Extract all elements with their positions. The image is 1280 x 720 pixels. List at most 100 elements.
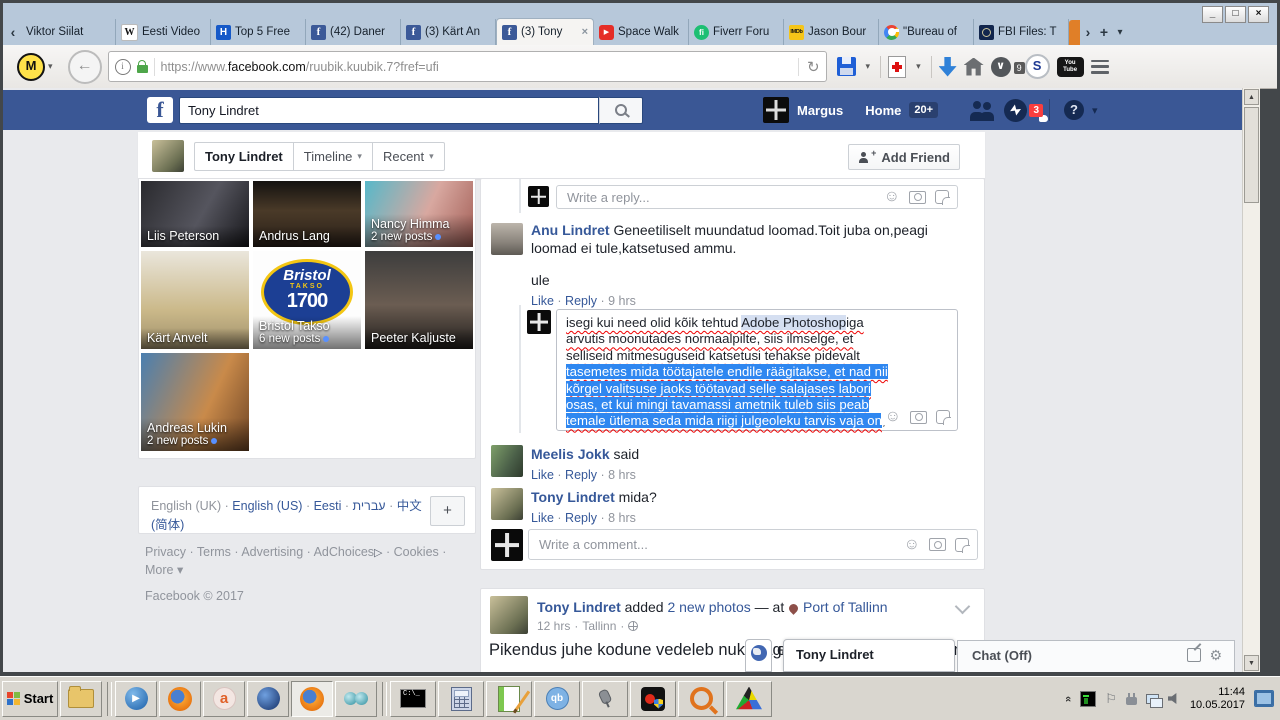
reply-link[interactable]: Reply — [565, 468, 597, 482]
file-manager-button[interactable] — [60, 680, 102, 717]
like-link[interactable]: Like — [531, 468, 554, 482]
friend-tile[interactable]: Nancy Himma 2 new posts — [365, 181, 473, 247]
tray-console-icon[interactable] — [1080, 690, 1097, 707]
avatar[interactable] — [528, 186, 549, 207]
reply-link[interactable]: Reply — [565, 511, 597, 525]
microphone-app-button[interactable] — [582, 680, 628, 717]
command-prompt-button[interactable]: C:\_ — [390, 680, 436, 717]
tab-facebook-daner[interactable]: f (42) Daner — [306, 19, 401, 45]
language-link[interactable]: עברית — [353, 499, 386, 513]
hamburger-menu-icon[interactable] — [1090, 59, 1109, 74]
sticker-icon[interactable] — [936, 410, 951, 425]
tray-speaker-icon[interactable] — [1167, 692, 1177, 705]
tray-flag-icon[interactable]: ⚐ — [1105, 692, 1117, 705]
friend-requests-icon[interactable] — [970, 99, 996, 121]
chat-globe-button[interactable] — [745, 639, 772, 672]
avatar[interactable] — [491, 529, 523, 561]
advertising-link[interactable]: Advertising — [241, 545, 303, 559]
save-dropdown-icon[interactable]: ▾ — [866, 61, 871, 72]
comment-author-link[interactable]: Anu Lindret — [531, 222, 610, 238]
messenger-icon[interactable] — [1004, 98, 1028, 122]
magnifier-app-button[interactable] — [678, 680, 724, 717]
tab-partial[interactable] — [1069, 20, 1080, 45]
emoji-icon[interactable]: ☺ — [884, 189, 900, 205]
tab-facebook-kart[interactable]: f (3) Kärt An — [401, 19, 496, 45]
url-bar[interactable]: i https://www.facebook.com/ruubik.kuubik… — [107, 51, 827, 82]
tray-clock[interactable]: 11:44 10.05.2017 — [1190, 686, 1245, 712]
comment-author-link[interactable]: Meelis Jokk — [531, 446, 610, 462]
help-icon[interactable]: ? — [1064, 100, 1085, 120]
reply-input[interactable]: ☺ — [556, 185, 958, 209]
emoji-icon[interactable]: ☺ — [904, 536, 920, 553]
medic-dropdown-icon[interactable]: ▾ — [916, 61, 921, 72]
tab-scroll-left-icon[interactable]: ‹ — [5, 20, 21, 45]
tray-expand-icon[interactable]: « — [1062, 695, 1074, 701]
privacy-link[interactable]: Privacy — [145, 545, 186, 559]
avatar[interactable] — [491, 488, 523, 520]
reply-text-field[interactable] — [565, 188, 884, 206]
cookies-link[interactable]: Cookies — [394, 545, 439, 559]
post-time[interactable]: 12 hrs — [537, 619, 570, 633]
extension-m-icon[interactable]: M — [17, 52, 45, 81]
adchoices-link[interactable]: AdChoices — [314, 545, 374, 559]
sticker-icon[interactable] — [935, 190, 950, 205]
facebook-logo[interactable]: f — [147, 97, 173, 123]
sticker-icon[interactable] — [955, 537, 970, 553]
avatar[interactable] — [491, 223, 523, 255]
page-info-icon[interactable]: i — [114, 58, 131, 75]
profile-link[interactable]: Margus — [797, 103, 843, 118]
tray-power-plug-icon[interactable] — [1125, 692, 1137, 705]
extension-dropdown-icon[interactable]: ▾ — [48, 61, 53, 72]
camera-icon[interactable] — [910, 410, 927, 424]
reload-icon[interactable]: ↻ — [797, 57, 820, 76]
like-link[interactable]: Like — [531, 294, 554, 308]
recent-dropdown[interactable]: Recent ▾ — [371, 143, 444, 170]
qbittorrent-button[interactable]: qb — [534, 680, 580, 717]
tab-fbi-files[interactable]: FBI Files: T — [974, 19, 1069, 45]
tab-top5free[interactable]: H Top 5 Free — [211, 19, 306, 45]
tab-google-bureau[interactable]: "Bureau of — [879, 19, 974, 45]
s-extension-icon[interactable]: S — [1024, 54, 1050, 79]
close-button[interactable]: × — [1248, 6, 1269, 23]
tab-scroll-right-icon[interactable]: › — [1080, 20, 1096, 45]
friend-tile[interactable]: Peeter Kaljuste — [365, 251, 473, 349]
like-link[interactable]: Like — [531, 511, 554, 525]
media-player-button[interactable]: ▶ — [115, 680, 157, 717]
gear-icon[interactable]: ⚙ — [1209, 648, 1222, 662]
firefox-button[interactable] — [159, 680, 201, 717]
add-friend-button[interactable]: + Add Friend — [848, 144, 960, 170]
back-button[interactable]: ← — [67, 49, 102, 84]
color-prism-app-button[interactable] — [726, 680, 772, 717]
pocket-icon[interactable]: ∨ — [990, 56, 1011, 77]
friend-tile[interactable]: Andrus Lang — [253, 181, 361, 247]
friend-tile[interactable]: Kärt Anvelt — [141, 251, 249, 349]
scroll-up-icon[interactable]: ▲ — [1244, 89, 1259, 105]
search-input[interactable] — [179, 96, 599, 124]
post-menu-chevron-icon[interactable] — [954, 598, 971, 615]
tab-list-dropdown-icon[interactable]: ▾ — [1112, 20, 1128, 45]
new-message-icon[interactable] — [1187, 648, 1202, 662]
a-app-button[interactable]: a — [203, 680, 245, 717]
download-helper-icon[interactable] — [938, 56, 957, 77]
start-button[interactable]: Start — [2, 680, 58, 717]
post-location[interactable]: Tallinn — [582, 619, 616, 633]
terms-link[interactable]: Terms — [197, 545, 231, 559]
search-button[interactable] — [599, 96, 643, 124]
timeline-tab[interactable]: Timeline ▾ — [292, 143, 372, 170]
show-desktop-button[interactable] — [1254, 690, 1274, 707]
save-page-icon[interactable] — [836, 57, 856, 76]
medic-page-icon[interactable] — [888, 55, 907, 78]
profile-name-tab[interactable]: Tony Lindret — [195, 143, 293, 170]
tray-network-icon[interactable] — [1145, 693, 1163, 708]
photos-link[interactable]: 2 new photos — [667, 599, 750, 615]
home-link[interactable]: Home — [865, 103, 901, 118]
friend-tile[interactable]: Liis Peterson — [141, 181, 249, 247]
tab-close-icon[interactable]: × — [582, 26, 588, 38]
avatar[interactable] — [763, 97, 789, 123]
language-link[interactable]: Eesti — [314, 499, 342, 513]
tab-viktor[interactable]: Viktor Siilat — [21, 19, 116, 45]
home-icon[interactable] — [963, 57, 984, 76]
camera-icon[interactable] — [929, 538, 946, 551]
tab-imdb-jasonbourne[interactable]: IMDb Jason Bour — [784, 19, 879, 45]
minimize-button[interactable]: _ — [1202, 6, 1223, 23]
